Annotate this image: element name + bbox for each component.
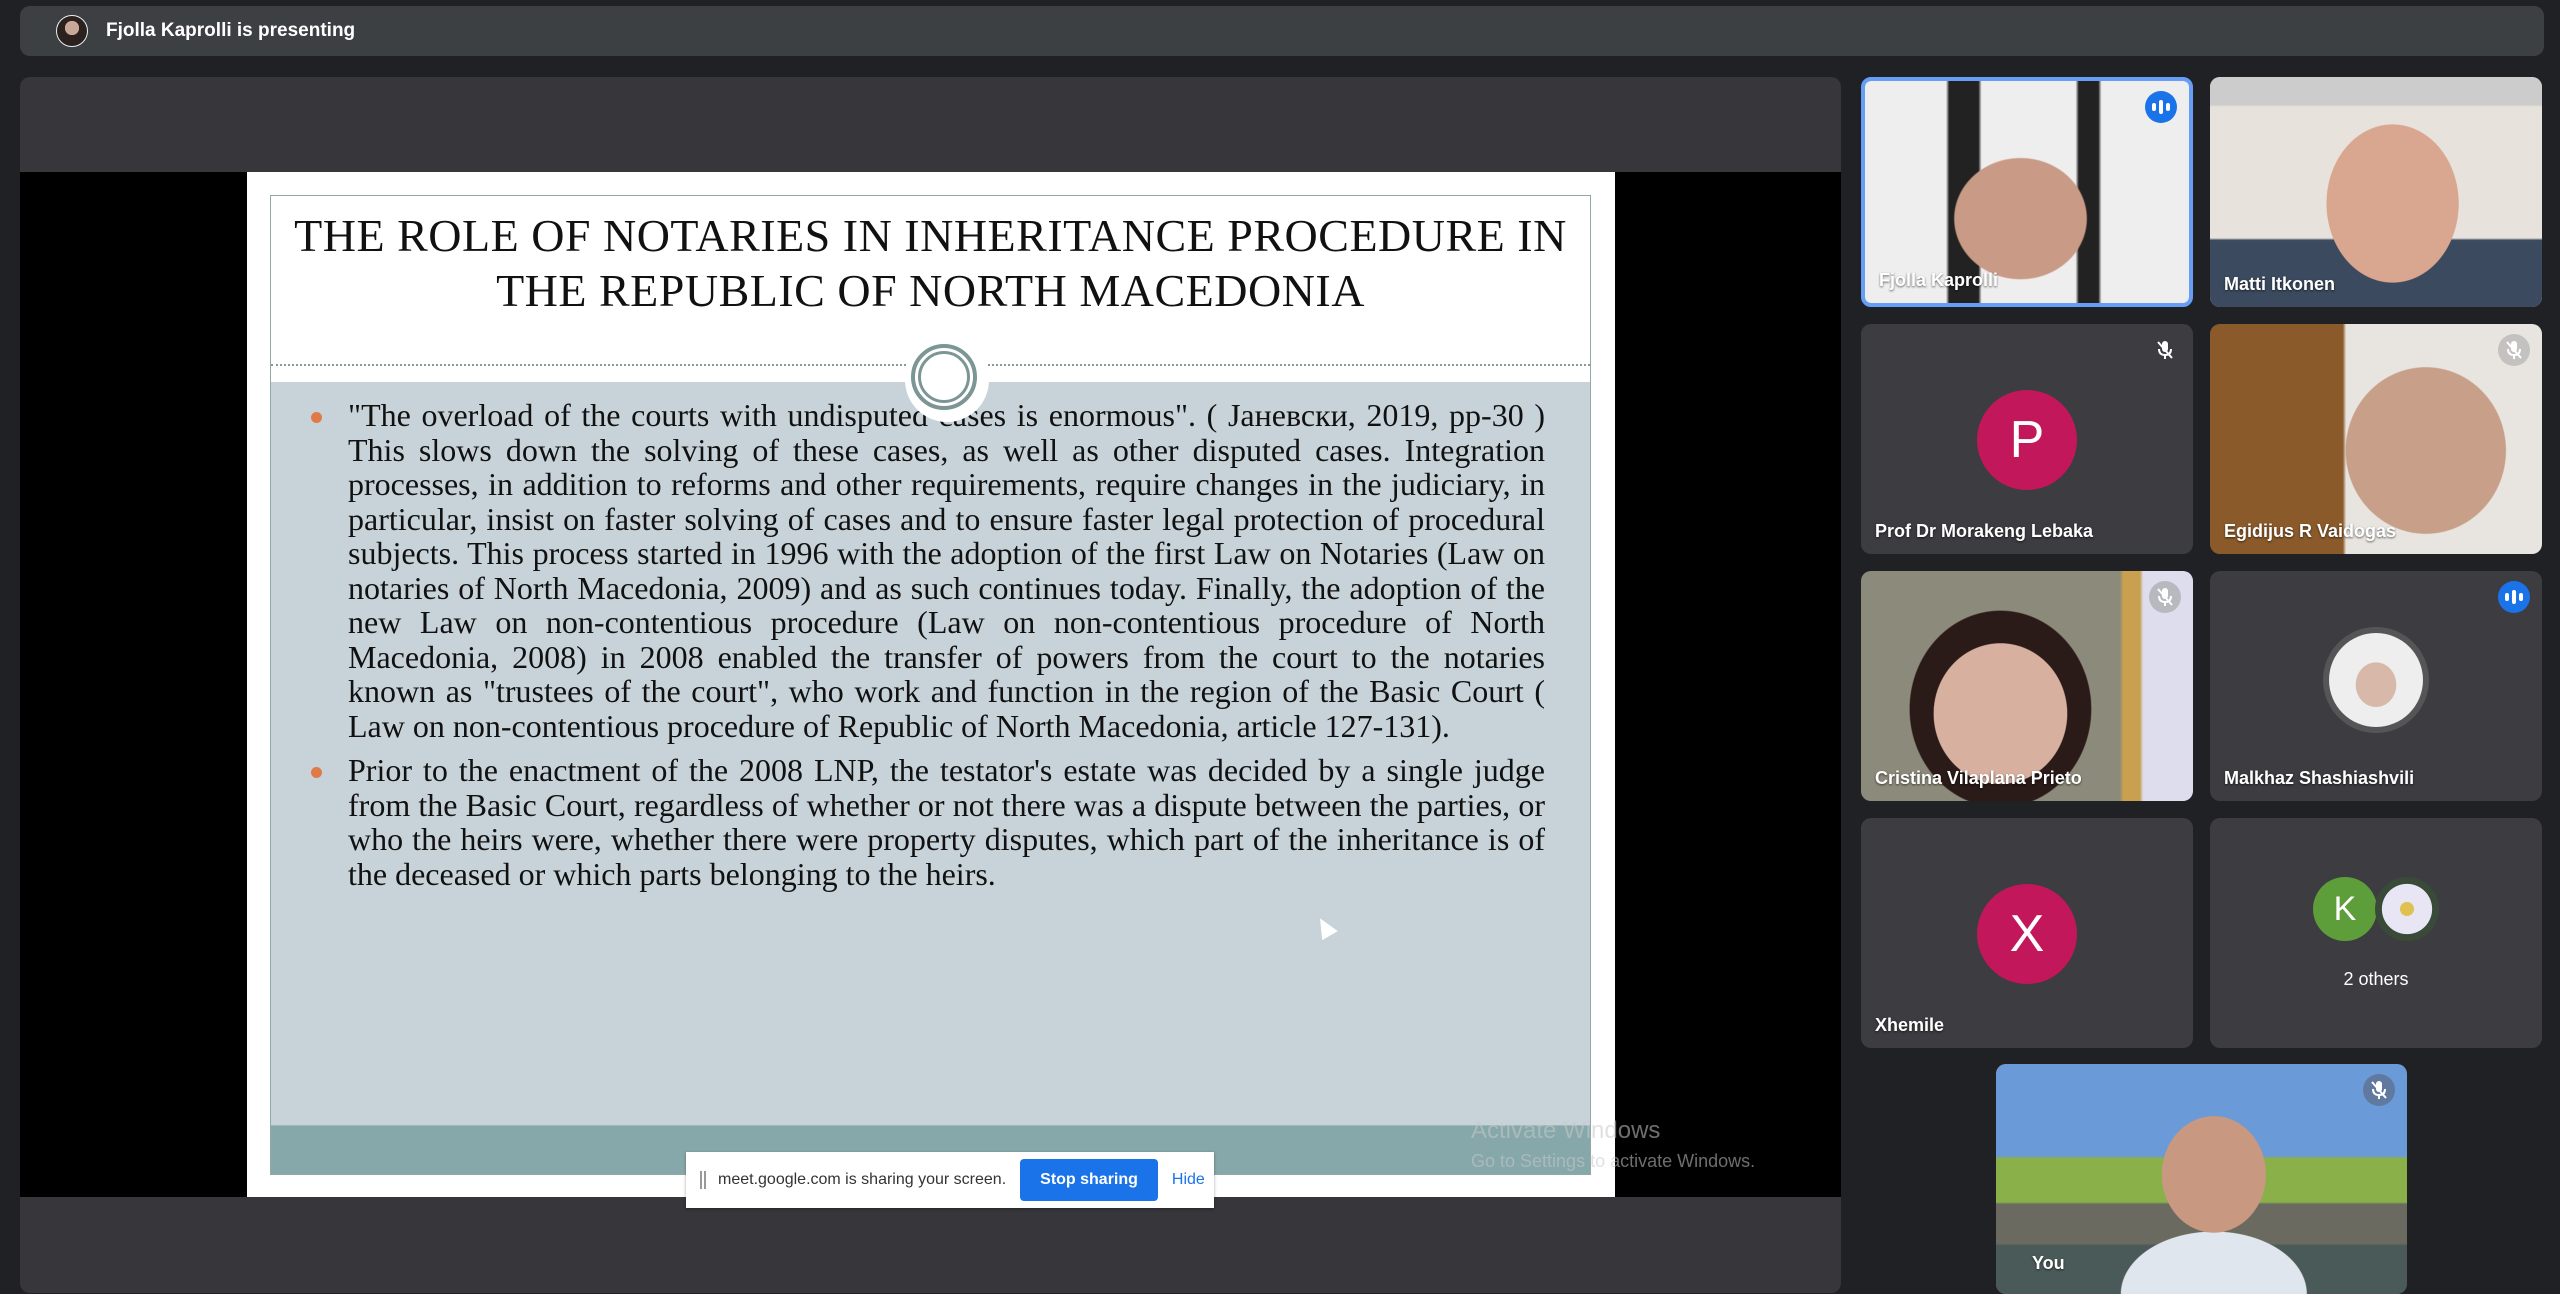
avatar-flower xyxy=(2375,877,2439,941)
participant-name: Matti Itkonen xyxy=(2224,274,2335,294)
video-feed xyxy=(2210,77,2542,307)
mic-muted-icon xyxy=(2149,334,2181,366)
participant-tile[interactable]: K 2 others xyxy=(2210,818,2542,1048)
activate-title: Activate Windows xyxy=(1471,1117,1661,1144)
slide-title-line2: THE REPUBLIC OF NORTH MACEDONIA xyxy=(496,265,1365,316)
participant-tile[interactable]: Matti Itkonen xyxy=(2210,77,2542,307)
participant-name: Xhemile xyxy=(1875,1015,1945,1035)
participant-name: Fjolla Kaprolli xyxy=(1879,270,1999,290)
bullet-dot-icon xyxy=(311,412,322,423)
bullet-dot-icon xyxy=(311,767,322,778)
slide: THE ROLE OF NOTARIES IN INHERITANCE PROC… xyxy=(247,172,1615,1197)
presentation-stage: THE ROLE OF NOTARIES IN INHERITANCE PROC… xyxy=(20,77,1841,1293)
bullet-item: "The overload of the courts with undispu… xyxy=(311,398,1545,743)
avatar: P xyxy=(1977,390,2077,490)
slide-body: "The overload of the courts with undispu… xyxy=(271,382,1590,1174)
presenter-text: Fjolla Kaprolli is presenting xyxy=(106,20,356,41)
self-view-tile[interactable]: You xyxy=(1996,1064,2407,1294)
participant-name: Malkhaz Shashiashvili xyxy=(2224,768,2415,788)
bullet-text: "The overload of the courts with undispu… xyxy=(348,397,1545,744)
avatar: X xyxy=(1977,884,2077,984)
mic-muted-icon xyxy=(2363,1074,2395,1106)
mic-muted-icon xyxy=(2498,334,2530,366)
participant-tile[interactable]: Cristina Vilaplana Prieto xyxy=(1861,571,2193,801)
participant-name: You xyxy=(2032,1253,2065,1273)
participant-name: Egidijus R Vaidogas xyxy=(2224,521,2397,541)
participant-tile[interactable]: Egidijus R Vaidogas xyxy=(2210,324,2542,554)
avatar: K xyxy=(2313,877,2377,941)
slide-title-line1: THE ROLE OF NOTARIES IN INHERITANCE PROC… xyxy=(294,210,1567,261)
others-count: 2 others xyxy=(2343,969,2409,989)
video-feed xyxy=(1861,571,2193,801)
drag-handle-icon[interactable] xyxy=(700,1171,706,1189)
sharing-message: meet.google.com is sharing your screen. xyxy=(718,1171,1007,1188)
hide-button[interactable]: Hide xyxy=(1172,1171,1205,1189)
participant-name: Cristina Vilaplana Prieto xyxy=(1875,768,2082,788)
slide-frame: THE ROLE OF NOTARIES IN INHERITANCE PROC… xyxy=(270,195,1591,1175)
participant-tile[interactable]: P Prof Dr Morakeng Lebaka xyxy=(1861,324,2193,554)
slide-title: THE ROLE OF NOTARIES IN INHERITANCE PROC… xyxy=(271,208,1590,318)
bullet-item: Prior to the enactment of the 2008 LNP, … xyxy=(311,753,1545,891)
video-feed xyxy=(2210,324,2542,554)
avatar xyxy=(2323,627,2429,733)
speaking-indicator-icon xyxy=(2498,581,2530,613)
presenter-banner: Fjolla Kaprolli is presenting xyxy=(20,6,2544,56)
bullet-list: "The overload of the courts with undispu… xyxy=(311,398,1545,901)
circle-ornament-icon xyxy=(911,344,977,410)
speaking-indicator-icon xyxy=(2145,91,2177,123)
bullet-text: Prior to the enactment of the 2008 LNP, … xyxy=(348,752,1545,892)
participant-name: Prof Dr Morakeng Lebaka xyxy=(1875,521,2094,541)
participant-tile[interactable]: Malkhaz Shashiashvili xyxy=(2210,571,2542,801)
participant-tile[interactable]: Fjolla Kaprolli xyxy=(1861,77,2193,307)
mic-muted-icon xyxy=(2149,581,2181,613)
presenter-avatar xyxy=(56,15,88,47)
participant-tile[interactable]: X Xhemile xyxy=(1861,818,2193,1048)
stop-sharing-button[interactable]: Stop sharing xyxy=(1020,1159,1158,1201)
activate-subtitle: Go to Settings to activate Windows. xyxy=(1471,1151,1756,1171)
activate-windows-watermark: Activate Windows Go to Settings to activ… xyxy=(1471,1117,1755,1172)
screen-sharing-bar: meet.google.com is sharing your screen. … xyxy=(686,1152,1214,1208)
